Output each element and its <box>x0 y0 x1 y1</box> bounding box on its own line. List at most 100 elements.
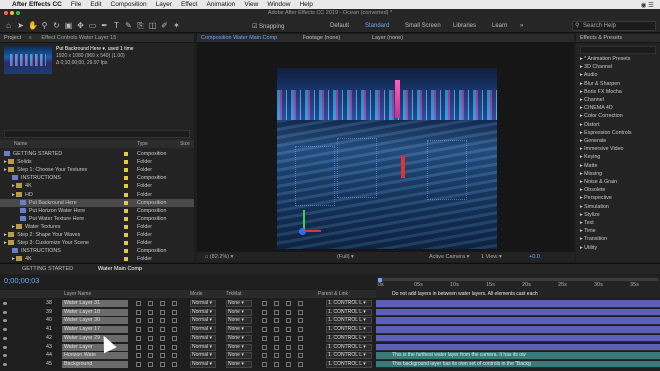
layer-switch-icon[interactable] <box>274 344 279 350</box>
parent-link-select[interactable]: 1. CONTROL L ▾ <box>326 317 372 325</box>
layer-bounds[interactable] <box>427 140 467 200</box>
tab-layer[interactable]: Layer (none) <box>372 35 403 41</box>
layer-switch-icon[interactable] <box>274 361 279 367</box>
layer-switch-icon[interactable] <box>148 353 153 359</box>
layer-switch-icon[interactable] <box>148 344 153 350</box>
menu-composition[interactable]: Composition <box>111 1 147 8</box>
layer-switch-icon[interactable] <box>172 327 177 333</box>
effect-category[interactable]: ▸ Immersive Video <box>580 146 624 153</box>
layer-row[interactable]: 38 Water Layer 31 Normal ▾ None ▾ 1. CONTROL… <box>0 300 376 308</box>
effect-category[interactable]: ▸ Blur & Sharpen <box>580 81 620 88</box>
col-trkmat[interactable]: TrkMat <box>226 290 241 298</box>
layer-switch-icon[interactable] <box>148 361 153 367</box>
effect-category[interactable]: ▸ Matte <box>580 163 597 170</box>
label-color-swatch[interactable] <box>124 192 128 197</box>
blend-mode-select[interactable]: Normal ▾ <box>190 343 216 351</box>
roto-brush-icon[interactable]: ✐ <box>160 21 169 30</box>
layer-switch-icon[interactable] <box>298 361 303 367</box>
layer-row[interactable]: 42 Water Layer 29 Normal ▾ None ▾ 1. CONTROL… <box>0 334 376 343</box>
camera-tool-icon[interactable]: ▣ <box>64 21 73 30</box>
brush-tool-icon[interactable]: ✎ <box>124 21 133 30</box>
layer-bounds[interactable] <box>337 138 377 198</box>
track-matte-select[interactable]: None ▾ <box>226 343 252 351</box>
col-parent[interactable]: Parent & Link <box>318 290 348 298</box>
layer-switch-icon[interactable] <box>172 361 177 367</box>
layer-switch-icon[interactable] <box>274 327 279 333</box>
layer-name[interactable]: Water Layer <box>62 343 128 351</box>
project-item[interactable]: Put Backround Here Composition <box>0 198 194 207</box>
layer-switch-icon[interactable] <box>298 335 303 341</box>
layer-switch-icon[interactable] <box>136 318 141 324</box>
track-matte-select[interactable]: None ▾ <box>226 300 252 307</box>
layer-row[interactable]: 41 Water Layer 17 Normal ▾ None ▾ 1. CONTROL… <box>0 326 376 334</box>
workspace-default[interactable]: Default <box>330 23 349 29</box>
layer-switch-icon[interactable] <box>160 344 165 350</box>
workspace-overflow-icon[interactable]: » <box>520 23 523 29</box>
zoom-tool-icon[interactable]: ⚲ <box>40 21 49 30</box>
layer-switch-icon[interactable] <box>262 318 267 324</box>
track-matte-select[interactable]: None ▾ <box>226 317 252 325</box>
layer-comment-marker[interactable]: This is the farthest water layer from th… <box>392 352 572 358</box>
puppet-pin-icon[interactable]: ✶ <box>172 21 181 30</box>
project-item[interactable]: Put Horizon Water Here Composition <box>0 207 194 215</box>
rotate-tool-icon[interactable]: ↻ <box>52 21 61 30</box>
tab-project[interactable]: Project <box>4 35 21 41</box>
label-color-swatch[interactable] <box>124 208 128 213</box>
visibility-eye-icon[interactable] <box>3 328 7 332</box>
layer-switch-icon[interactable] <box>286 327 291 333</box>
parent-link-select[interactable]: 1. CONTROL L ▾ <box>326 360 372 368</box>
layer-switch-icon[interactable] <box>274 301 279 306</box>
work-area-bar[interactable] <box>378 278 658 281</box>
effects-search-input[interactable] <box>580 46 656 54</box>
layer-switch-icon[interactable] <box>274 353 279 359</box>
layer-row[interactable]: 40 Water Layer 30 Normal ▾ None ▾ 1. CONTROL… <box>0 317 376 325</box>
effect-category[interactable]: ▸ Expression Controls <box>580 130 632 137</box>
layer-name[interactable]: Water Layer 18 <box>62 308 128 316</box>
layer-switch-icon[interactable] <box>148 309 153 315</box>
workspace-libraries[interactable]: Libraries <box>453 23 476 29</box>
layer-switch-icon[interactable] <box>172 309 177 315</box>
parent-link-select[interactable]: 1. CONTROL L ▾ <box>326 352 372 360</box>
col-type[interactable]: Type <box>137 141 148 147</box>
label-color-swatch[interactable] <box>124 216 128 221</box>
layer-switch-icon[interactable] <box>298 301 303 306</box>
blend-mode-select[interactable]: Normal ▾ <box>190 300 216 307</box>
layer-name[interactable]: Water Layer 31 <box>62 300 128 307</box>
layer-duration-bar[interactable] <box>376 317 660 325</box>
layer-switch-icon[interactable] <box>136 335 141 341</box>
layer-name[interactable]: Water Layer 17 <box>62 326 128 334</box>
label-color-swatch[interactable] <box>124 233 128 237</box>
layer-switch-icon[interactable] <box>160 327 165 333</box>
label-color-swatch[interactable] <box>124 200 128 205</box>
workspace-learn[interactable]: Learn <box>492 23 507 29</box>
pen-tool-icon[interactable]: ✒ <box>100 21 109 30</box>
layer-switch-icon[interactable] <box>274 318 279 324</box>
effect-category[interactable]: ▸ Transition <box>580 236 607 243</box>
menu-animation[interactable]: Animation <box>206 1 235 8</box>
layer-duration-bar[interactable] <box>376 308 660 317</box>
exposure-value[interactable]: +0.0 <box>529 252 540 262</box>
tab-water-main-comp[interactable]: Water Main Comp <box>98 264 142 274</box>
layer-switch-icon[interactable] <box>148 318 153 324</box>
layer-comment-marker[interactable]: Do not add layers in between water layer… <box>392 291 572 297</box>
layer-switch-icon[interactable] <box>286 353 291 359</box>
resolution-select[interactable]: (Full) ▾ <box>337 252 354 262</box>
effect-category[interactable]: ▸ Text <box>580 220 594 227</box>
label-color-swatch[interactable] <box>124 168 128 173</box>
menu-view[interactable]: View <box>244 1 258 8</box>
layer-switch-icon[interactable] <box>160 353 165 359</box>
layer-switch-icon[interactable] <box>148 327 153 333</box>
track-matte-select[interactable]: None ▾ <box>226 360 252 368</box>
effect-category[interactable]: ▸ Channel <box>580 97 604 104</box>
effect-category[interactable]: ▸ CINEMA 4D <box>580 105 613 112</box>
label-color-swatch[interactable] <box>124 249 128 254</box>
project-item[interactable]: ▸ 4K Folder <box>0 182 194 190</box>
label-color-swatch[interactable] <box>124 257 128 262</box>
layer-switch-icon[interactable] <box>286 309 291 315</box>
layer-switch-icon[interactable] <box>172 353 177 359</box>
label-color-swatch[interactable] <box>124 224 128 229</box>
layer-switch-icon[interactable] <box>136 309 141 315</box>
project-item[interactable]: ▸ Water Textures Folder <box>0 223 194 231</box>
label-color-swatch[interactable] <box>124 241 128 246</box>
layer-row[interactable]: 43 Water Layer Normal ▾ None ▾ 1. CONTROL L … <box>0 343 376 352</box>
